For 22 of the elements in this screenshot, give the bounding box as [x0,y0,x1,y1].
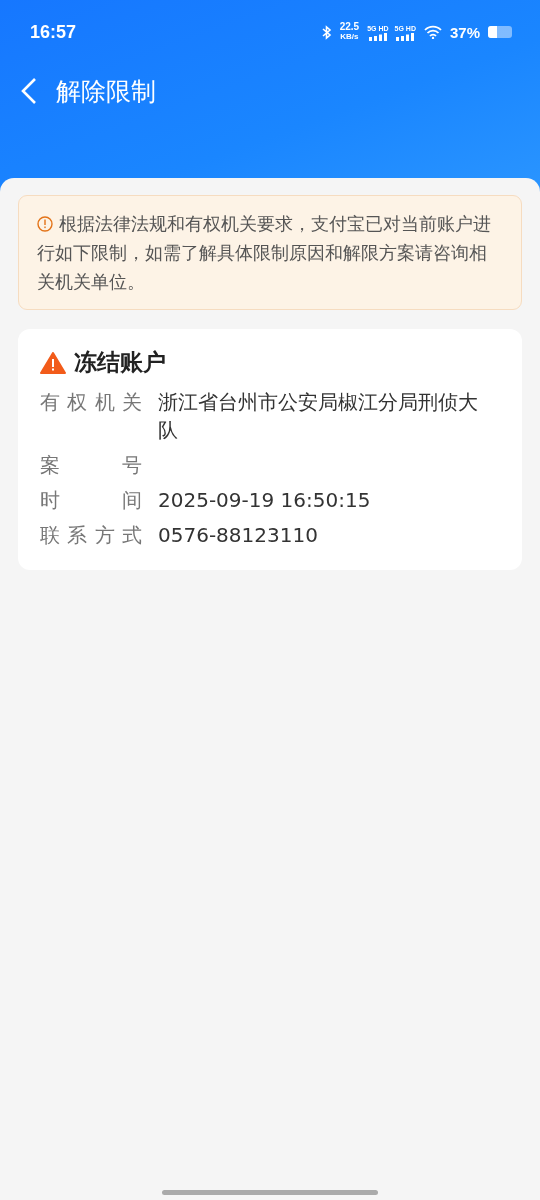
network-speed: 22.5 [339,22,360,32]
field-label: 时间 [40,487,142,514]
battery-icon [488,26,512,38]
card-title: 冻结账户 [74,348,166,377]
field-value: 浙江省台州市公安局椒江分局刑侦大队 [158,389,479,444]
page-title: 解除限制 [56,75,156,108]
back-button[interactable] [20,76,38,106]
field-label: 联系方式 [40,522,142,549]
field-label: 有权机关 [40,389,142,416]
field-label: 案号 [40,452,142,479]
bluetooth-icon [321,24,332,40]
speed-unit: KB/s [340,32,359,42]
warning-icon [40,351,66,374]
clock: 16:57 [30,21,77,43]
field-value: 2025-09-19 16:50:15 [158,487,372,514]
wifi-icon [423,25,442,39]
battery-percent: 37% [449,23,480,41]
signal-icon [368,32,387,41]
notice-text: 根据法律法规和有权机关要求，支付宝已对当前账户进行如下限制，如需了解具体限制原因和解限方案请咨询相关机关单位。 [37,213,492,294]
signal-icon [396,32,415,41]
info-icon [37,216,53,232]
field-value: 0576-88123110 [158,522,319,549]
